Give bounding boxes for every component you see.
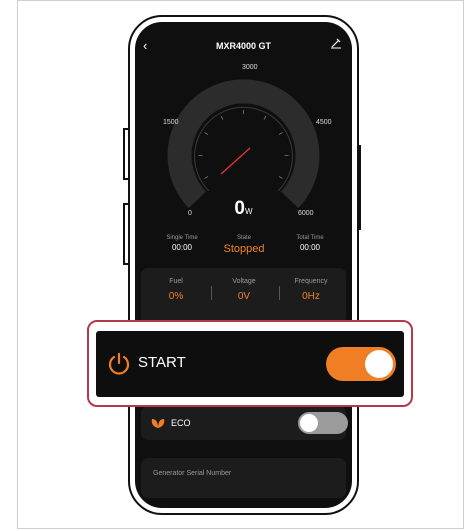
total-time-label: Total Time: [296, 235, 324, 241]
gauge-tick-1500: 1500: [163, 119, 179, 126]
power-value: 0: [234, 198, 245, 219]
start-row: START: [96, 331, 404, 397]
fuel-metric: Fuel 0%: [142, 278, 210, 302]
power-icon: [108, 352, 130, 375]
frequency-metric: Frequency 0Hz: [277, 278, 345, 302]
app-screen: ‹ MXR4000 GT 3000 1500 4500 0 6000 0W Si…: [135, 22, 352, 508]
voltage-value: 0V: [237, 291, 251, 302]
metrics-card: Fuel 0% Voltage 0V Frequency 0Hz: [141, 268, 346, 324]
voltage-metric: Voltage 0V: [210, 278, 278, 302]
total-time-value: 00:00: [299, 243, 321, 252]
total-time: Total Time 00:00: [275, 235, 345, 252]
gauge-tick-4500: 4500: [316, 119, 332, 126]
start-toggle-knob: [365, 350, 393, 378]
eco-toggle[interactable]: [298, 412, 348, 434]
frequency-value: 0Hz: [302, 291, 320, 302]
power-readout: 0W: [135, 198, 352, 220]
eco-row: ECO: [141, 406, 348, 440]
start-label: START: [138, 354, 186, 371]
serial-label: Generator Serial Number: [153, 470, 232, 477]
state: State Stopped: [209, 235, 279, 255]
gauge-tick-3000: 3000: [242, 64, 258, 71]
frequency-label: Frequency: [294, 278, 328, 285]
single-time: Single Time 00:00: [147, 235, 217, 252]
single-time-label: Single Time: [166, 235, 198, 241]
leaf-icon: [151, 419, 165, 428]
voltage-label: Voltage: [232, 278, 256, 285]
eco-label: ECO: [171, 418, 191, 428]
fuel-value: 0%: [168, 291, 184, 302]
start-toggle[interactable]: [326, 347, 396, 381]
eco-toggle-knob: [300, 414, 318, 432]
fuel-label: Fuel: [169, 278, 183, 285]
serial-row[interactable]: Generator Serial Number: [141, 458, 346, 498]
state-value: Stopped: [223, 243, 265, 255]
power-unit: W: [245, 207, 253, 216]
state-label: State: [236, 235, 251, 241]
single-time-value: 00:00: [171, 243, 193, 252]
